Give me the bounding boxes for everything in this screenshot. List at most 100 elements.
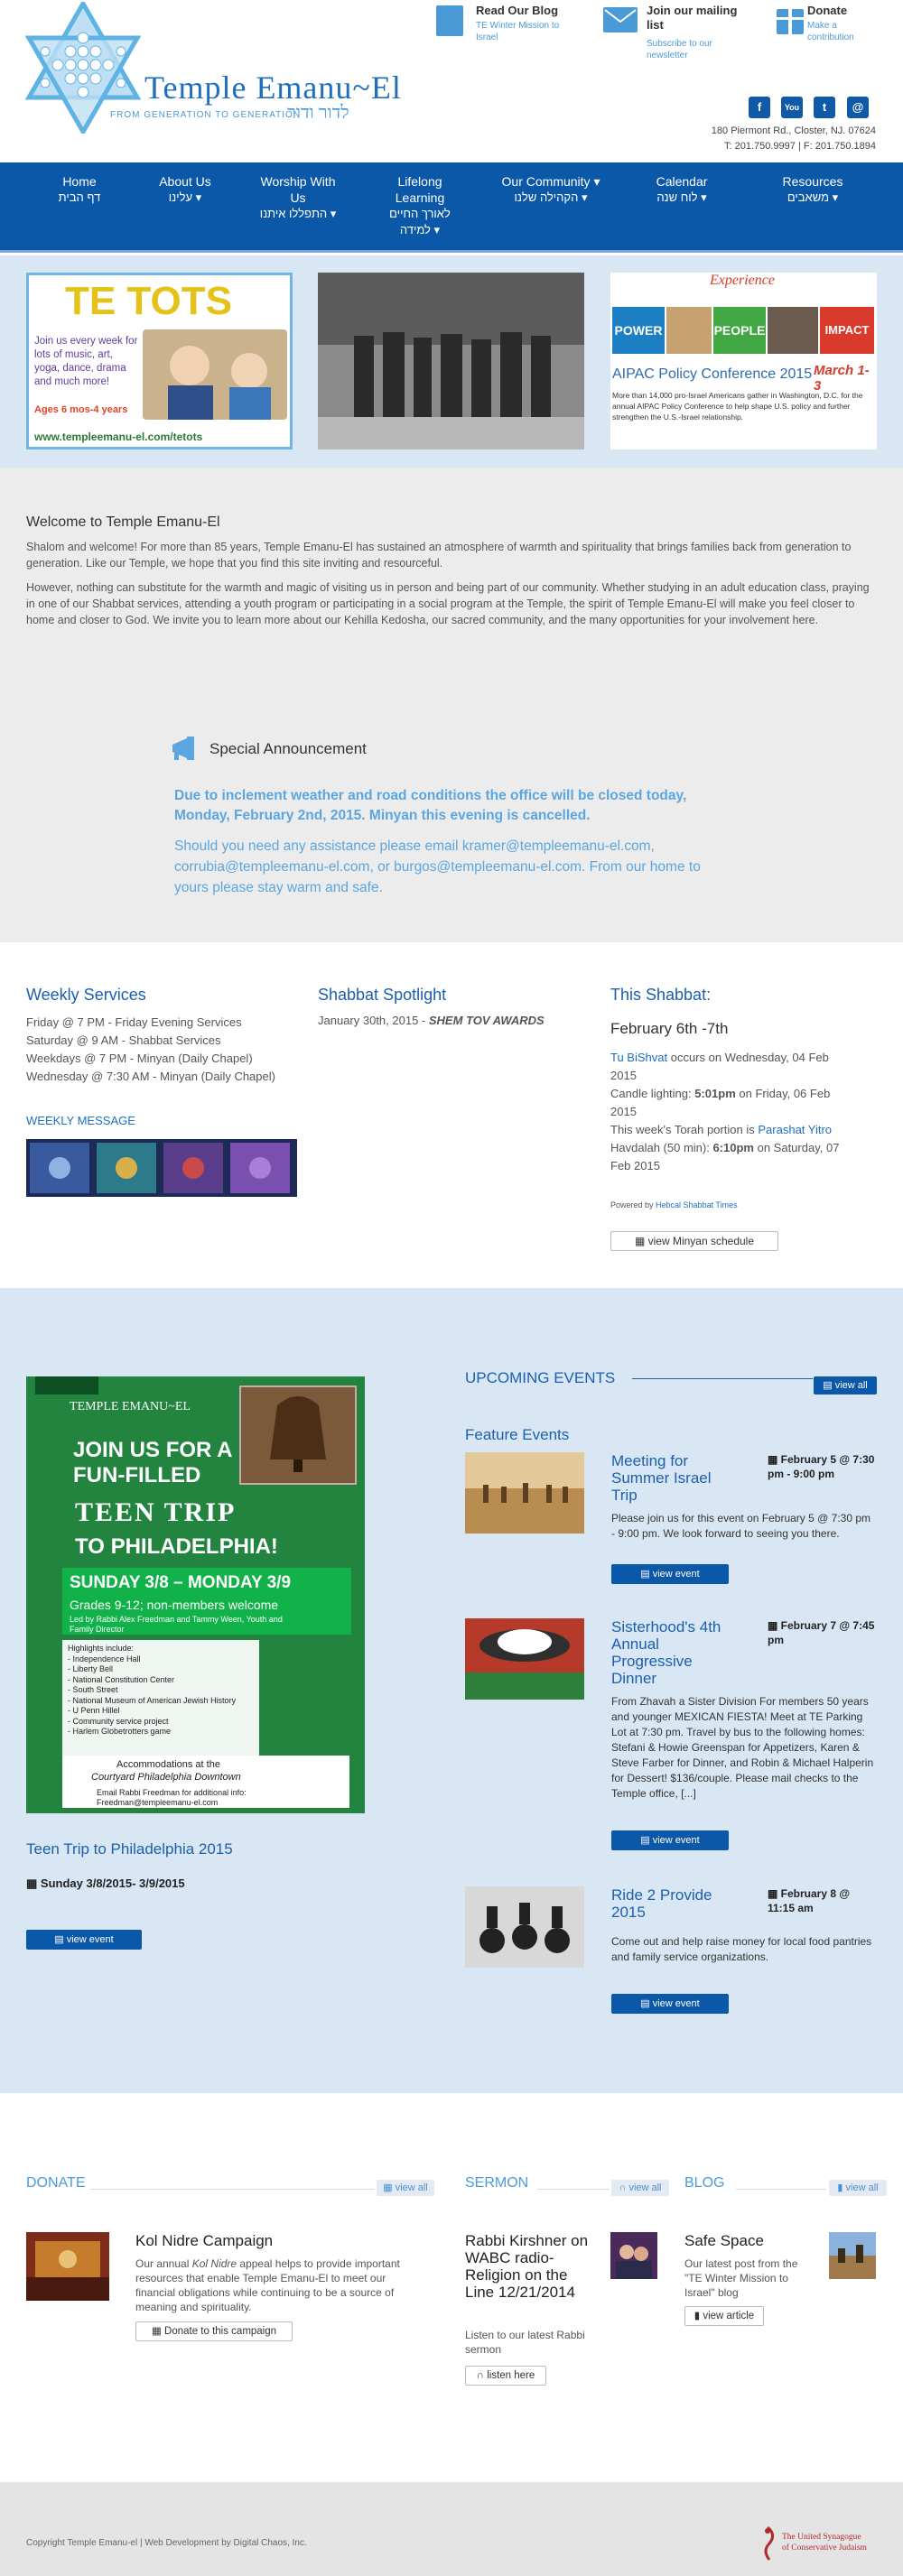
havdalah-time: 6:10pm: [712, 1141, 754, 1154]
sermon-view-all-button[interactable]: ∩ view all: [611, 2180, 669, 2196]
email-icon[interactable]: @: [847, 97, 869, 118]
site-title[interactable]: Temple Emanu~El: [144, 69, 402, 107]
listen-here-button[interactable]: ∩ listen here: [465, 2366, 546, 2386]
nav-home-en: Home: [62, 174, 97, 189]
mailing-link-title: Join our mailing list: [647, 4, 738, 32]
spotlight-tag[interactable]: SHEM TOV AWARDS: [429, 1014, 545, 1027]
headphones-icon: ∩: [619, 2182, 629, 2193]
tetots-banner[interactable]: TE TOTS Join us every week for lots of m…: [26, 273, 293, 449]
event-image-israel[interactable]: [465, 1452, 584, 1534]
events-view-all-button[interactable]: ▤ view all: [814, 1376, 877, 1395]
site-footer: Copyright Temple Emanu-el | Web Developm…: [0, 2482, 903, 2576]
highlight-item: - Liberty Bell: [68, 1664, 114, 1673]
view-event-label: view event: [652, 1998, 700, 2009]
blog-title[interactable]: Safe Space: [684, 2232, 764, 2250]
poster-highlights: Highlights include: - Independence Hall …: [68, 1644, 236, 1737]
site-tagline: FROM GENERATION TO GENERATION: [110, 110, 302, 120]
shabbat-torah: This week's Torah portion is Parashat Yi…: [610, 1121, 854, 1139]
nav-worship-en: Worship With Us: [260, 174, 336, 205]
weekly-line: Saturday @ 9 AM - Shabbat Services: [26, 1033, 221, 1047]
nav-about[interactable]: About Us עלינו ▾: [144, 173, 226, 206]
list-icon: ▤: [54, 1934, 67, 1945]
spotlight-line: January 30th, 2015 - SHEM TOV AWARDS: [318, 1014, 545, 1027]
stained-glass-image[interactable]: [26, 1139, 297, 1197]
event-text: Come out and help raise money for local …: [611, 1935, 872, 1963]
highlight-item: - South Street: [68, 1685, 118, 1694]
featured-view-event-button[interactable]: ▤ view event: [26, 1930, 142, 1950]
nav-home[interactable]: Home דף הבית: [36, 173, 123, 206]
group-photo[interactable]: [318, 273, 584, 449]
view-all-label: view all: [845, 2182, 879, 2193]
calendar-icon: ▦: [26, 1876, 41, 1890]
parashat-link[interactable]: Parashat Yitro: [758, 1123, 832, 1136]
sermon-divider: [537, 2189, 610, 2190]
tetots-url[interactable]: www.templeemanu-el.com/tetots: [34, 431, 202, 443]
donate-campaign-button[interactable]: ▦ Donate to this campaign: [135, 2321, 293, 2341]
youtube-icon[interactable]: You: [781, 97, 803, 118]
aipac-banner[interactable]: Experience POWER PEOPLE IMPACT AIPAC Pol…: [610, 273, 877, 449]
aipac-title: AIPAC Policy Conference 2015: [612, 366, 813, 382]
blog-heading: BLOG: [684, 2175, 725, 2191]
bookmark-icon: ▮: [694, 2311, 703, 2321]
minyan-schedule-button[interactable]: ▦ view Minyan schedule: [610, 1231, 778, 1251]
teen-trip-poster[interactable]: TEMPLE EMANU~EL JOIN US FOR A FUN-FILLED…: [26, 1376, 365, 1813]
weekly-message-link[interactable]: WEEKLY MESSAGE: [26, 1114, 135, 1127]
view-article-label: view article: [703, 2311, 755, 2321]
event-image-dinner[interactable]: [465, 1618, 584, 1700]
nav-community[interactable]: Our Community ▾ הקהילה שלנו ▾: [492, 173, 610, 206]
nav-resources[interactable]: Resources משאבים ▾: [763, 173, 862, 206]
poster-accom-1: Accommodations at the: [116, 1759, 220, 1770]
donate-button-label: Donate to this campaign: [164, 2326, 277, 2337]
donate-view-all-button[interactable]: ▦ view all: [377, 2180, 434, 2196]
list-icon: ▤: [823, 1380, 835, 1391]
nav-learning[interactable]: Lifelong Learning לאורך החיים למידה ▾: [370, 173, 470, 238]
twitter-icon[interactable]: t: [814, 97, 835, 118]
blog-image-left[interactable]: [610, 2232, 657, 2279]
hebcal-link[interactable]: Hebcal Shabbat Times: [656, 1200, 738, 1209]
blog-link-title: Read Our Blog: [476, 4, 559, 17]
nav-calendar[interactable]: Calendar לוח שנה ▾: [632, 173, 731, 206]
view-event-button[interactable]: ▤ view event: [611, 1994, 729, 2014]
event-title[interactable]: Meeting for Summer Israel Trip: [611, 1452, 738, 1504]
highlight-item: - U Penn Hillel: [68, 1706, 120, 1715]
nav-learning-he: לאורך החיים למידה ▾: [389, 207, 451, 236]
footer-copyright: Copyright Temple Emanu-el | Web Developm…: [26, 2538, 307, 2548]
uscj-logo-icon[interactable]: [757, 2525, 778, 2562]
weekly-lines: Friday @ 7 PM - Friday Evening Services …: [26, 1014, 297, 1086]
kol-nidre-image[interactable]: [26, 2232, 109, 2301]
view-event-button[interactable]: ▤ view event: [611, 1830, 729, 1850]
aipac-word-people: PEOPLE: [713, 307, 766, 354]
poster-grades: Grades 9-12; non-members welcome: [70, 1598, 279, 1612]
donate-title[interactable]: Kol Nidre Campaign: [135, 2232, 273, 2250]
sermon-heading: SERMON: [465, 2175, 529, 2191]
highlight-item: - Independence Hall: [68, 1654, 141, 1663]
nav-worship[interactable]: Worship With Us התפללו איתנו ▾: [244, 173, 352, 222]
nav-learning-en: Lifelong Learning: [395, 174, 445, 205]
view-article-button[interactable]: ▮ view article: [684, 2306, 764, 2326]
highlight-item: - Harlem Globetrotters game: [68, 1727, 172, 1736]
sermon-title[interactable]: Rabbi Kirshner on WABC radio-Religion on…: [465, 2232, 591, 2301]
event-image-ride[interactable]: [465, 1886, 584, 1968]
weekly-title: Weekly Services: [26, 986, 146, 1004]
blog-image-right[interactable]: [829, 2232, 876, 2279]
event-title[interactable]: Ride 2 Provide 2015: [611, 1886, 738, 1921]
aipac-top: Experience: [710, 273, 775, 288]
bottom-section: DONATE ▦ view all Kol Nidre Campaign Our…: [0, 2093, 903, 2482]
event-title[interactable]: Sisterhood's 4th Annual Progressive Dinn…: [611, 1618, 738, 1687]
nav-worship-he: התפללו איתנו ▾: [259, 207, 337, 220]
feature-events-label: Feature Events: [465, 1426, 570, 1443]
welcome-title: Welcome to Temple Emanu-El: [26, 514, 220, 530]
banner-section: TE TOTS Join us every week for lots of m…: [0, 255, 903, 468]
poster-line-4: TO PHILADELPHIA!: [75, 1534, 278, 1559]
donate-link-sub: Make a contribution: [807, 21, 854, 42]
list-icon: ▤: [640, 1835, 653, 1846]
facebook-icon[interactable]: f: [749, 97, 770, 118]
view-event-label: view event: [652, 1835, 700, 1846]
featured-event-title[interactable]: Teen Trip to Philadelphia 2015: [26, 1840, 243, 1858]
view-event-button[interactable]: ▤ view event: [611, 1564, 729, 1584]
view-all-label: view all: [834, 1380, 868, 1391]
announcement-bold: Due to inclement weather and road condit…: [174, 788, 687, 823]
donate-divider: [90, 2189, 375, 2190]
tu-bishvat-link[interactable]: Tu BiShvat: [610, 1051, 667, 1064]
blog-view-all-button[interactable]: ▮ view all: [829, 2180, 887, 2196]
